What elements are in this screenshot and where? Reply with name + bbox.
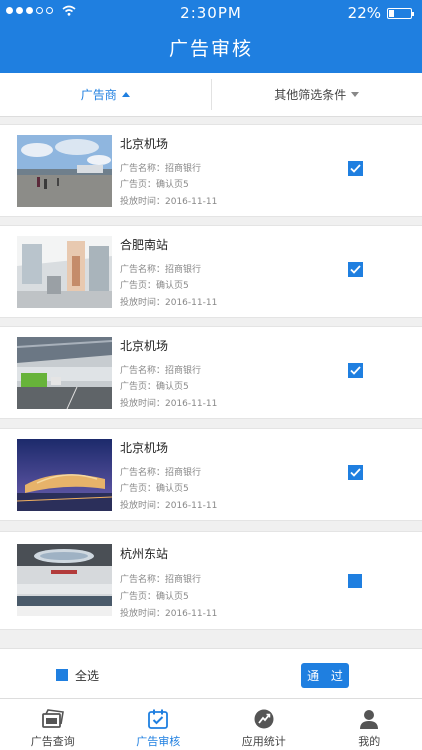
- ad-thumbnail: [17, 439, 112, 511]
- filter-other-conditions[interactable]: 其他筛选条件: [212, 73, 422, 116]
- ad-query-icon: [41, 709, 64, 728]
- checkmark-icon: [350, 468, 361, 477]
- ad-thumbnail: [17, 135, 112, 207]
- filter-advertiser[interactable]: 广告商: [0, 73, 211, 116]
- list-item[interactable]: 北京机场 广告名称：招商银行 广告页：确认页5 投放时间：2016-11-11: [0, 428, 422, 521]
- ad-name: 广告名称：招商银行: [120, 164, 202, 174]
- ad-thumbnail: [17, 544, 112, 616]
- tab-bar: 广告查询 广告审核 应用统计 我的: [0, 698, 422, 750]
- checkmark-icon: [350, 164, 361, 173]
- user-icon: [360, 710, 379, 729]
- item-checkbox[interactable]: [348, 465, 363, 480]
- list-item[interactable]: 杭州东站 广告名称：招商银行 广告页：确认页5 投放时间：2016-11-11: [0, 531, 422, 630]
- item-checkbox[interactable]: [348, 161, 363, 176]
- tab-ad-review[interactable]: 广告审核: [106, 699, 212, 750]
- select-all-label[interactable]: 全选: [75, 667, 99, 684]
- checkmark-icon: [350, 265, 361, 274]
- ad-time: 投放时间：2016-11-11: [120, 298, 218, 308]
- ad-time: 投放时间：2016-11-11: [120, 399, 218, 409]
- location-name: 北京机场: [120, 441, 169, 455]
- ad-page: 广告页：确认页5: [120, 281, 189, 291]
- tab-ad-review-label: 广告审核: [136, 735, 181, 748]
- item-checkbox-unchecked[interactable]: [348, 574, 362, 588]
- ad-name: 广告名称：招商银行: [120, 366, 202, 376]
- ad-page: 广告页：确认页5: [120, 484, 189, 494]
- location-name: 北京机场: [120, 339, 169, 353]
- tab-mine-label: 我的: [358, 735, 381, 748]
- location-name: 北京机场: [120, 137, 169, 151]
- select-all-checkbox[interactable]: [56, 669, 68, 681]
- tab-ad-query-label: 广告查询: [30, 735, 75, 748]
- airport-apron-photo-icon: [17, 135, 112, 207]
- ad-page: 广告页：确认页5: [120, 592, 189, 602]
- list-item[interactable]: 北京机场 广告名称：招商银行 广告页：确认页5 投放时间：2016-11-11: [0, 326, 422, 419]
- caret-down-icon: [351, 92, 360, 97]
- list-item[interactable]: 合肥南站 广告名称：招商银行 广告页：确认页5 投放时间：2016-11-11: [0, 225, 422, 318]
- calendar-check-icon: [148, 709, 169, 729]
- filter-bar: 广告商 其他筛选条件: [0, 73, 422, 117]
- ad-page: 广告页：确认页5: [120, 382, 189, 392]
- ad-time: 投放时间：2016-11-11: [120, 501, 218, 511]
- ad-thumbnail: [17, 337, 112, 409]
- tab-app-stats-label: 应用统计: [241, 735, 286, 748]
- ad-thumbnail: [17, 236, 112, 308]
- station-platform-photo-icon: [17, 544, 112, 616]
- ad-name: 广告名称：招商银行: [120, 468, 202, 478]
- list-item[interactable]: 北京机场 广告名称：招商银行 广告页：确认页5 投放时间：2016-11-11: [0, 124, 422, 217]
- status-bar: 2:30PM 22%: [0, 0, 422, 26]
- filter-advertiser-label: 广告商: [80, 88, 117, 102]
- ad-time: 投放时间：2016-11-11: [120, 197, 218, 207]
- page-title: 广告审核: [168, 38, 253, 60]
- bottom-action-bar: 全选 通 过: [0, 648, 422, 698]
- location-name: 合肥南站: [120, 238, 169, 252]
- caret-up-icon: [121, 92, 130, 97]
- terminal-night-photo-icon: [17, 439, 112, 511]
- item-checkbox[interactable]: [348, 363, 363, 378]
- checkmark-icon: [350, 366, 361, 375]
- location-name: 杭州东站: [120, 547, 169, 561]
- ad-page: 广告页：确认页5: [120, 180, 189, 190]
- battery-icon: [387, 7, 414, 19]
- battery-percent: 22%: [347, 4, 381, 22]
- app-header: 2:30PM 22% 广告审核: [0, 0, 422, 73]
- tab-mine[interactable]: 我的: [317, 699, 422, 750]
- stats-trend-icon: [254, 709, 274, 729]
- item-checkbox[interactable]: [348, 262, 363, 277]
- ad-name: 广告名称：招商银行: [120, 575, 202, 585]
- tab-app-stats[interactable]: 应用统计: [211, 699, 317, 750]
- approve-button[interactable]: 通 过: [301, 663, 349, 688]
- filter-other-label: 其他筛选条件: [274, 88, 347, 102]
- terminal-roadway-photo-icon: [17, 337, 112, 409]
- tab-ad-query[interactable]: 广告查询: [0, 699, 106, 750]
- station-hall-photo-icon: [17, 236, 112, 308]
- ad-name: 广告名称：招商银行: [120, 265, 202, 275]
- ad-time: 投放时间：2016-11-11: [120, 609, 218, 619]
